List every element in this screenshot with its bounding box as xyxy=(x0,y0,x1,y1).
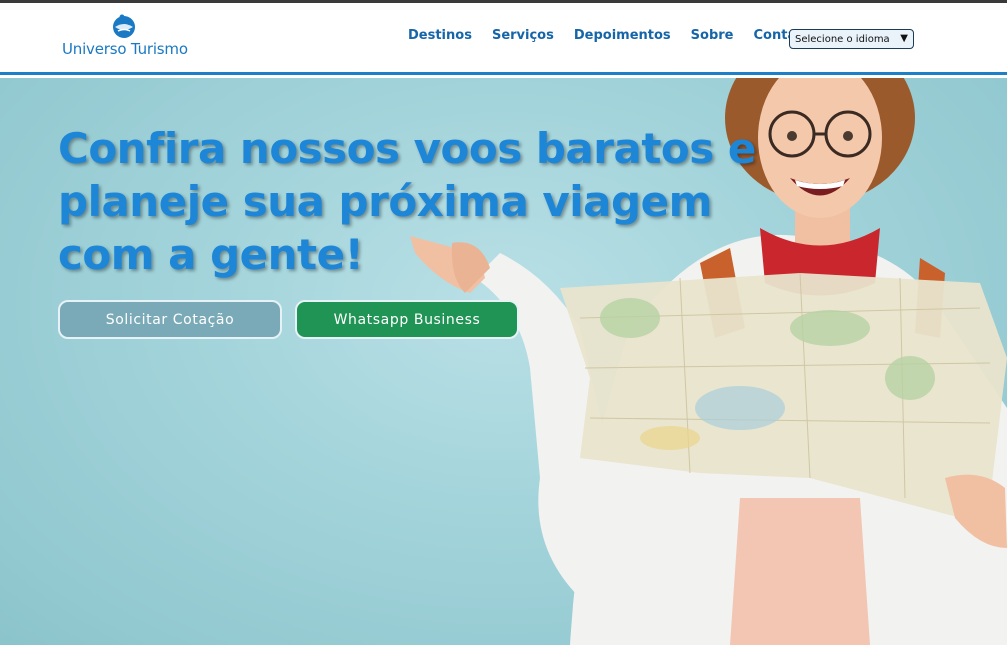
nav-destinos[interactable]: Destinos xyxy=(398,28,482,43)
request-quote-button[interactable]: Solicitar Cotação xyxy=(58,300,282,339)
brand-name: Universo Turismo xyxy=(62,40,188,58)
language-select[interactable]: Selecione o idioma ▼ xyxy=(789,29,914,49)
hero-section: Confira nossos voos baratos e planeje su… xyxy=(0,78,1007,645)
language-select-value: Selecione o idioma xyxy=(795,33,890,45)
brand-logo[interactable]: Universo Turismo xyxy=(60,12,190,62)
nav-depoimentos[interactable]: Depoimentos xyxy=(564,28,681,43)
nav-servicos[interactable]: Serviços xyxy=(482,28,564,43)
hero-headline: Confira nossos voos baratos e planeje su… xyxy=(58,124,756,279)
nav-sobre[interactable]: Sobre xyxy=(681,28,744,43)
site-header: Universo Turismo Destinos Serviços Depoi… xyxy=(0,3,1007,75)
whatsapp-business-button[interactable]: Whatsapp Business xyxy=(295,300,519,339)
chevron-down-icon: ▼ xyxy=(900,33,908,44)
main-nav: Destinos Serviços Depoimentos Sobre Cont… xyxy=(398,28,821,43)
globe-icon xyxy=(113,14,135,38)
